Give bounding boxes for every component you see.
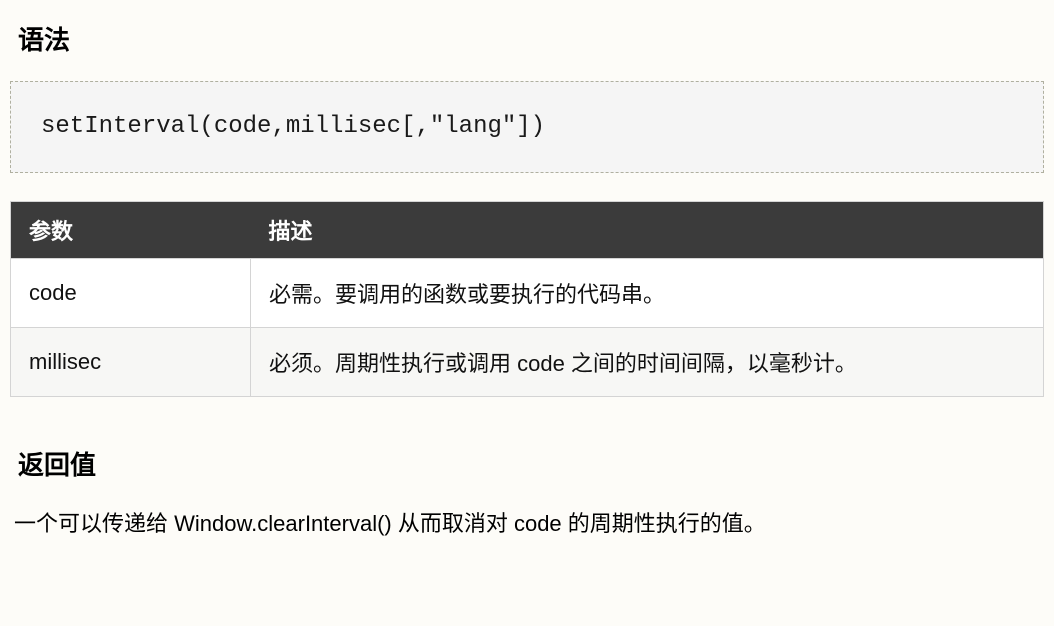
params-table: 参数 描述 code 必需。要调用的函数或要执行的代码串。 millisec 必… (10, 201, 1044, 397)
param-desc-cell: 必须。周期性执行或调用 code 之间的时间间隔，以毫秒计。 (251, 327, 1044, 396)
return-value-desc: 一个可以传递给 Window.clearInterval() 从而取消对 cod… (14, 506, 1044, 541)
table-row: millisec 必须。周期性执行或调用 code 之间的时间间隔，以毫秒计。 (11, 327, 1044, 396)
syntax-heading: 语法 (18, 20, 1044, 57)
param-name-cell: millisec (11, 327, 251, 396)
param-name-cell: code (11, 258, 251, 327)
table-row: code 必需。要调用的函数或要执行的代码串。 (11, 258, 1044, 327)
table-header-desc: 描述 (251, 201, 1044, 258)
table-header-param: 参数 (11, 201, 251, 258)
param-desc-cell: 必需。要调用的函数或要执行的代码串。 (251, 258, 1044, 327)
syntax-code-block: setInterval(code,millisec[,"lang"]) (10, 81, 1044, 173)
return-value-heading: 返回值 (18, 445, 1044, 482)
